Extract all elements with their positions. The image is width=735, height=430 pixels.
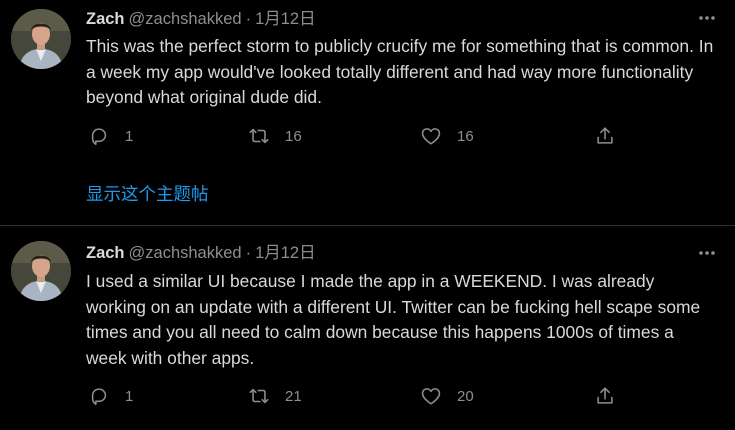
tweet-actions: 1 16 16 xyxy=(86,124,626,148)
separator-dot: · xyxy=(245,10,252,28)
tweet[interactable]: Zach @zachshakked · 1月12日 This was the perf… xyxy=(0,0,735,225)
share-icon xyxy=(594,385,616,407)
share-icon xyxy=(594,125,616,147)
retweet-button[interactable]: 21 xyxy=(248,384,302,408)
tweet-header: Zach @zachshakked · 1月12日 xyxy=(86,9,316,29)
author-handle[interactable]: @zachshakked xyxy=(129,244,242,262)
reply-icon xyxy=(88,385,110,407)
like-icon xyxy=(420,125,442,147)
show-thread-link[interactable]: 显示这个主题帖 xyxy=(86,183,209,205)
tweet-date[interactable]: 1月12日 xyxy=(255,10,316,28)
retweet-count: 21 xyxy=(285,387,302,405)
reply-count: 1 xyxy=(125,127,134,145)
separator-dot: · xyxy=(245,244,252,262)
like-icon xyxy=(420,385,442,407)
share-button[interactable] xyxy=(594,124,616,148)
more-options-icon[interactable] xyxy=(697,8,717,28)
like-button[interactable]: 20 xyxy=(420,384,474,408)
reply-button[interactable]: 1 xyxy=(88,384,133,408)
reply-button[interactable]: 1 xyxy=(88,124,133,148)
reply-count: 1 xyxy=(125,387,134,405)
tweet-date[interactable]: 1月12日 xyxy=(255,244,316,262)
avatar[interactable] xyxy=(11,9,71,69)
share-button[interactable] xyxy=(594,384,616,408)
author-name[interactable]: Zach xyxy=(86,10,125,28)
tweet-actions: 1 21 20 xyxy=(86,384,626,408)
tweet[interactable]: Zach @zachshakked · 1月12日 I used a similar … xyxy=(0,226,735,430)
retweet-icon xyxy=(248,385,270,407)
avatar[interactable] xyxy=(11,241,71,301)
like-count: 16 xyxy=(457,127,474,145)
author-name[interactable]: Zach xyxy=(86,244,125,262)
tweet-text: I used a similar UI because I made the a… xyxy=(86,271,701,368)
retweet-icon xyxy=(248,125,270,147)
author-handle[interactable]: @zachshakked xyxy=(129,10,242,28)
tweet-text: This was the perfect storm to publicly c… xyxy=(86,36,714,107)
retweet-count: 16 xyxy=(285,127,302,145)
retweet-button[interactable]: 16 xyxy=(248,124,302,148)
like-button[interactable]: 16 xyxy=(420,124,474,148)
more-options-icon[interactable] xyxy=(697,243,717,263)
tweet-header: Zach @zachshakked · 1月12日 xyxy=(86,243,316,263)
like-count: 20 xyxy=(457,387,474,405)
reply-icon xyxy=(88,125,110,147)
